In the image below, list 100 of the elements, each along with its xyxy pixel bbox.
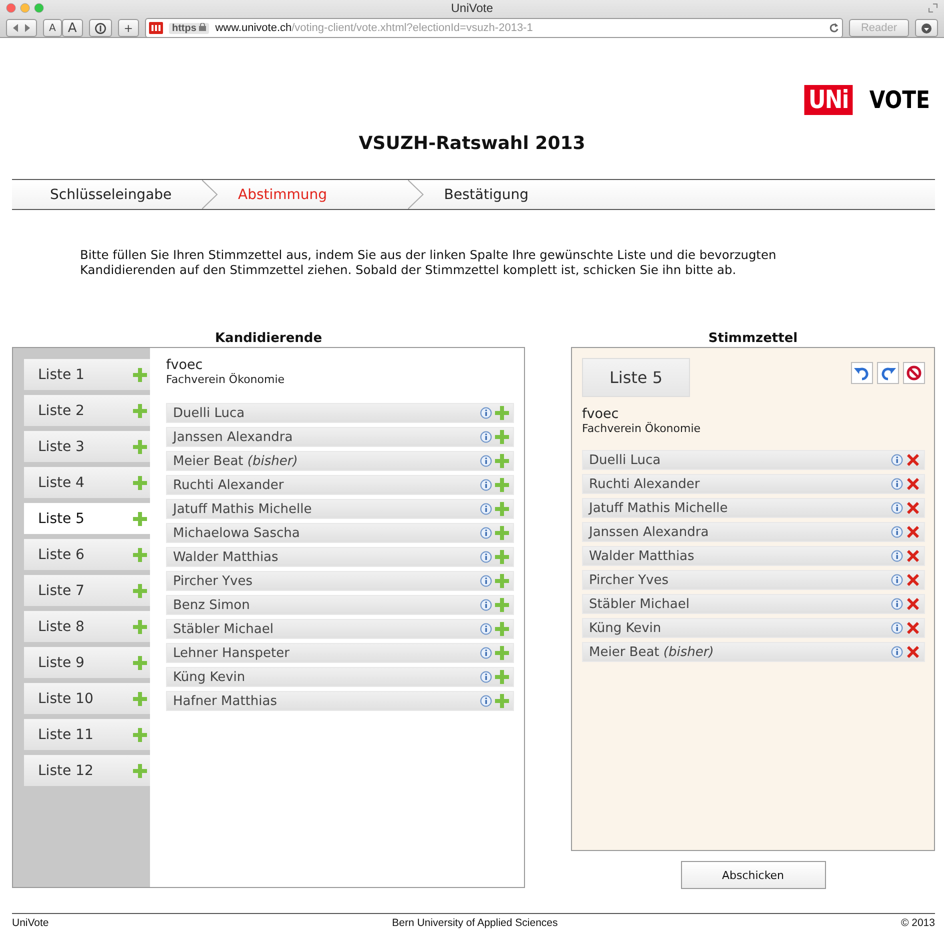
info-icon[interactable] <box>891 502 903 514</box>
remove-icon[interactable] <box>906 549 920 563</box>
candidate-row[interactable]: Benz Simon <box>166 595 514 615</box>
selected-list-label: Liste 5 <box>582 358 690 397</box>
remove-icon[interactable] <box>906 525 920 539</box>
url-path: /voting-client/vote.xhtml?electionId=vsuzh-2013-1 <box>292 22 533 34</box>
candidate-row[interactable]: Meier Beat (bisher) <box>166 451 514 471</box>
step-divider-icon <box>202 180 218 209</box>
candidate-name: Duelli Luca <box>173 406 246 420</box>
info-icon[interactable] <box>480 623 492 635</box>
info-icon[interactable] <box>480 599 492 611</box>
step-tab[interactable]: Abstimmung <box>218 180 408 209</box>
candidate-name: Ruchti Alexander <box>173 478 285 492</box>
step-tab[interactable]: Bestätigung <box>424 180 614 209</box>
candidate-row[interactable]: Walder Matthias <box>166 547 514 567</box>
logo-mark: UNi <box>804 85 852 115</box>
info-icon[interactable] <box>480 647 492 659</box>
step-divider-icon <box>408 180 424 209</box>
candidate-row[interactable]: Pircher Yves <box>582 570 925 590</box>
address-field[interactable]: https www.univote.ch/voting-client/vote.xhtml?electionId=vsuzh-2013-1 <box>144 18 843 38</box>
candidate-row[interactable]: Küng Kevin <box>582 618 925 638</box>
remove-icon[interactable] <box>906 597 920 611</box>
candidate-row[interactable]: Jatuff Mathis Michelle <box>582 498 925 518</box>
reload-icon[interactable] <box>829 23 839 33</box>
footer-institution: Bern University of Applied Sciences <box>392 917 558 929</box>
candidate-name: Michaelowa Sascha <box>173 526 301 540</box>
candidate-row[interactable]: Lehner Hanspeter <box>166 643 514 663</box>
remove-icon[interactable] <box>906 645 920 659</box>
remove-icon[interactable] <box>906 501 920 515</box>
candidate-row[interactable]: Küng Kevin <box>166 667 514 687</box>
candidate-row[interactable]: Stäbler Michael <box>582 594 925 614</box>
info-icon[interactable] <box>891 622 903 634</box>
remove-icon[interactable] <box>906 621 920 635</box>
candidate-name: Benz Simon <box>173 598 251 612</box>
candidate-row[interactable]: Ruchti Alexander <box>582 474 925 494</box>
back-forward-button[interactable] <box>6 19 37 37</box>
info-icon[interactable] <box>891 550 903 562</box>
info-icon[interactable] <box>480 431 492 443</box>
font-larger-button[interactable]: A <box>62 19 83 37</box>
info-icon[interactable] <box>891 574 903 586</box>
list-tab[interactable]: Liste 4 <box>24 467 150 498</box>
list-tab[interactable]: Liste 10 <box>24 683 150 714</box>
candidate-name: Janssen Alexandra <box>589 524 710 540</box>
info-icon[interactable] <box>480 575 492 587</box>
candidate-row[interactable]: Duelli Luca <box>166 403 514 423</box>
list-tab[interactable]: Liste 8 <box>24 611 150 642</box>
downloads-button[interactable] <box>915 19 938 37</box>
info-icon[interactable] <box>891 526 903 538</box>
page-title: VSUZH-Ratswahl 2013 <box>358 133 586 155</box>
candidate-row[interactable]: Pircher Yves <box>166 571 514 591</box>
info-icon[interactable] <box>480 671 492 683</box>
undo-icon <box>854 365 870 381</box>
undo-button[interactable] <box>851 362 873 384</box>
candidate-row[interactable]: Janssen Alexandra <box>582 522 925 542</box>
remove-icon[interactable] <box>906 453 920 467</box>
list-tab[interactable]: Liste 12 <box>24 755 150 786</box>
info-icon[interactable] <box>480 527 492 539</box>
list-tab[interactable]: Liste 1 <box>24 359 150 390</box>
font-smaller-button[interactable]: A <box>43 19 62 37</box>
list-tab[interactable]: Liste 6 <box>24 539 150 570</box>
info-icon[interactable] <box>891 598 903 610</box>
list-tab[interactable]: Liste 5 <box>24 503 150 534</box>
info-icon[interactable] <box>480 455 492 467</box>
info-icon[interactable] <box>891 646 903 658</box>
add-button[interactable]: + <box>118 19 139 37</box>
candidate-row[interactable]: Jatuff Mathis Michelle <box>166 499 514 519</box>
fullscreen-icon[interactable] <box>928 3 938 13</box>
list-tab[interactable]: Liste 9 <box>24 647 150 678</box>
submit-button[interactable]: Abschicken <box>680 861 826 889</box>
info-icon[interactable] <box>480 407 492 419</box>
clear-button[interactable] <box>903 362 925 384</box>
list-tab[interactable]: Liste 2 <box>24 395 150 426</box>
info-icon[interactable] <box>480 479 492 491</box>
candidate-row[interactable]: Stäbler Michael <box>166 619 514 639</box>
candidate-name: Küng Kevin <box>173 670 246 684</box>
candidate-name: Duelli Luca <box>589 452 662 468</box>
candidate-row[interactable]: Michaelowa Sascha <box>166 523 514 543</box>
info-icon[interactable] <box>480 551 492 563</box>
info-icon[interactable] <box>480 695 492 707</box>
list-tab[interactable]: Liste 7 <box>24 575 150 606</box>
candidate-row[interactable]: Hafner Matthias <box>166 691 514 711</box>
list-tab[interactable]: Liste 11 <box>24 719 150 750</box>
redo-button[interactable] <box>877 362 899 384</box>
list-tab[interactable]: Liste 3 <box>24 431 150 462</box>
candidate-row[interactable]: Ruchti Alexander <box>166 475 514 495</box>
info-icon[interactable] <box>891 454 903 466</box>
step-tab[interactable]: Schlüsseleingabe <box>12 180 202 209</box>
candidate-name: Walder Matthias <box>173 550 280 564</box>
column-heading: Stimmzettel <box>708 331 798 347</box>
candidate-row[interactable]: Duelli Luca <box>582 450 925 470</box>
candidate-row[interactable]: Walder Matthias <box>582 546 925 566</box>
info-icon[interactable] <box>480 503 492 515</box>
info-icon[interactable] <box>891 478 903 490</box>
info-button[interactable] <box>88 19 112 37</box>
candidate-row[interactable]: Janssen Alexandra <box>166 427 514 447</box>
remove-icon[interactable] <box>906 573 920 587</box>
candidate-row[interactable]: Meier Beat (bisher) <box>582 642 925 662</box>
candidate-name: Ruchti Alexander <box>589 476 701 492</box>
remove-icon[interactable] <box>906 477 920 491</box>
candidate-name: Stäbler Michael <box>173 622 274 636</box>
